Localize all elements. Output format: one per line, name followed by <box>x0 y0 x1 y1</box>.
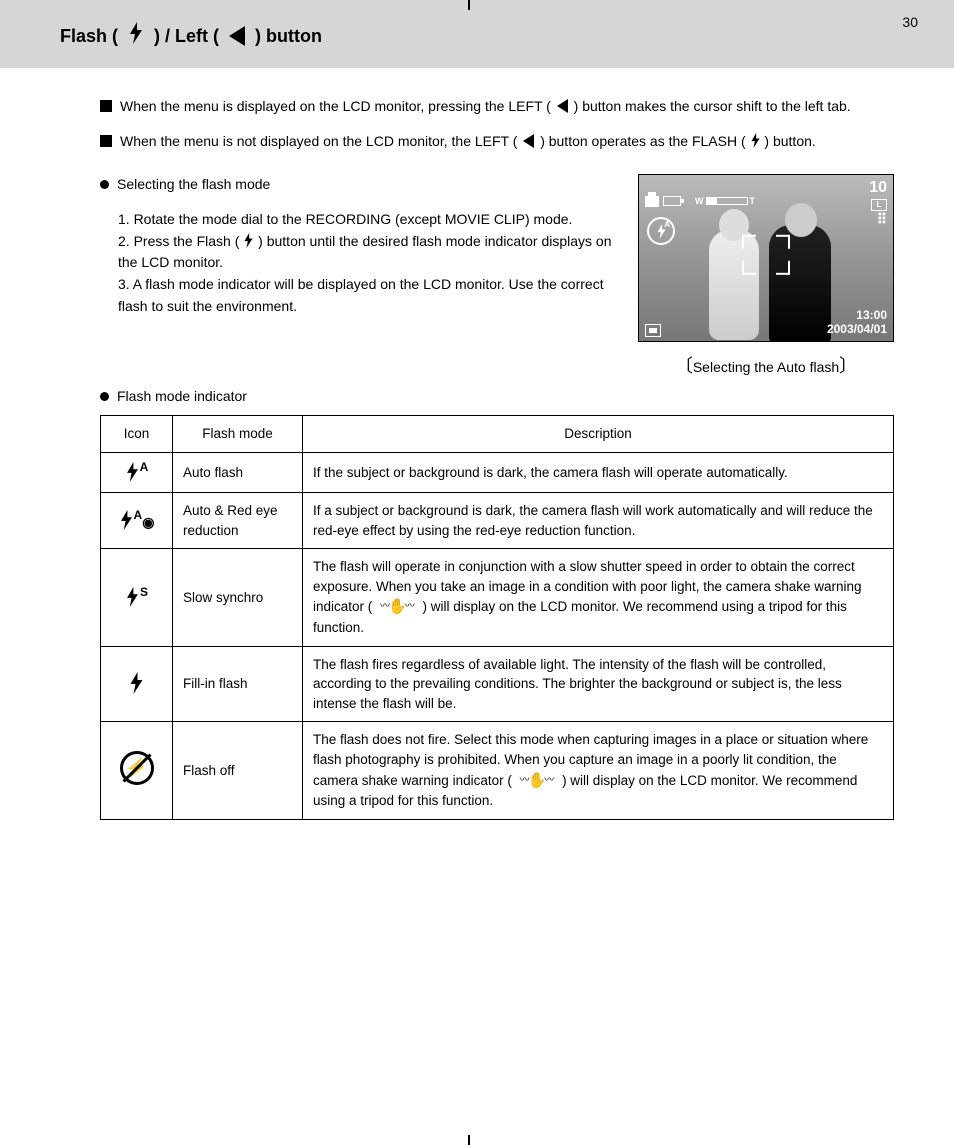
th-mode: Flash mode <box>173 416 303 453</box>
page-number: 30 <box>902 14 918 30</box>
cell-mode: Flash off <box>173 722 303 819</box>
table-row: S Slow synchro The flash will operate in… <box>101 549 894 646</box>
crop-mark-top <box>468 0 470 10</box>
selecting-heading-row: Selecting the flash mode <box>100 174 620 195</box>
step-1: 1. Rotate the mode dial to the RECORDING… <box>118 209 620 231</box>
intro-2b: ) button operates as the FLASH ( <box>540 133 745 149</box>
cell-desc: The flash does not fire. Select this mod… <box>303 722 894 819</box>
lcd-bottombar: 13:00 2003/04/01 <box>645 309 887 337</box>
flash-icon <box>243 233 258 249</box>
zoom-indicator: W T <box>695 196 755 206</box>
header-text-2: ) / Left ( <box>154 26 219 47</box>
slow-synchro-flash-icon: S <box>125 584 148 609</box>
cell-icon: A <box>101 452 173 493</box>
step-2: 2. Press the Flash ( ) button until the … <box>118 231 620 274</box>
cell-icon <box>101 646 173 722</box>
table-row: Fill-in flash The flash fires regardless… <box>101 646 894 722</box>
intro-row-1: When the menu is displayed on the LCD mo… <box>100 96 894 117</box>
camera-shake-icon: ✋ <box>516 770 559 792</box>
lcd-caption: 〔Selecting the Auto flash〕 <box>638 352 894 378</box>
th-desc: Description <box>303 416 894 453</box>
cell-desc: The flash will operate in conjunction wi… <box>303 549 894 646</box>
steps-block: 1. Rotate the mode dial to the RECORDING… <box>100 209 620 317</box>
table-row: Flash off The flash does not fire. Selec… <box>101 722 894 819</box>
flash-mode-table: Icon Flash mode Description A Auto flash… <box>100 415 894 820</box>
left-triangle-icon <box>229 26 245 46</box>
left-triangle-icon <box>557 99 568 113</box>
table-header-row: Icon Flash mode Description <box>101 416 894 453</box>
zoom-w: W <box>695 196 704 206</box>
zoom-t: T <box>750 196 756 206</box>
intro-2c: ) button. <box>764 133 815 149</box>
intro-2a: When the menu is not displayed on the LC… <box>120 133 517 149</box>
fill-in-flash-icon <box>128 671 145 696</box>
lcd-screenshot: W T 10 L ⠿ A <box>638 174 894 342</box>
cell-icon <box>101 722 173 819</box>
selecting-heading: Selecting the flash mode <box>117 174 620 195</box>
cell-mode: Auto flash <box>173 452 303 493</box>
intro-row-2: When the menu is not displayed on the LC… <box>100 131 894 152</box>
header-text-3: ) button <box>255 26 322 47</box>
intro-text-1: When the menu is displayed on the LCD mo… <box>120 96 894 117</box>
cell-desc: If the subject or background is dark, th… <box>303 452 894 493</box>
cell-mode: Slow synchro <box>173 549 303 646</box>
flash-mode-indicator: A <box>647 217 675 245</box>
step-3: 3. A flash mode indicator will be displa… <box>118 274 620 317</box>
quality-dots-icon: ⠿ <box>869 215 887 223</box>
header-text-1: Flash ( <box>60 26 118 47</box>
focus-brackets-icon <box>742 235 790 275</box>
flash-icon <box>750 133 765 149</box>
flash-icon <box>128 22 144 50</box>
cell-desc: The flash fires regardless of available … <box>303 646 894 722</box>
lcd-caption-text: Selecting the Auto flash <box>693 359 839 375</box>
dot-bullet-icon <box>100 180 109 189</box>
step-2a: 2. Press the Flash ( <box>118 233 239 249</box>
left-triangle-icon <box>523 134 534 148</box>
camera-mode-icon <box>645 196 659 207</box>
section-header: Flash ( ) / Left ( ) button <box>0 0 954 68</box>
battery-icon <box>663 196 681 206</box>
memory-card-icon <box>645 324 661 337</box>
auto-redeye-flash-icon: A◉ <box>119 507 155 532</box>
intro-1a: When the menu is displayed on the LCD mo… <box>120 98 551 114</box>
cell-icon: S <box>101 549 173 646</box>
intro-1b: ) button makes the cursor shift to the l… <box>574 98 851 114</box>
cell-icon: A◉ <box>101 493 173 549</box>
cell-mode: Fill-in flash <box>173 646 303 722</box>
shots-remaining: 10 <box>869 179 887 197</box>
camera-shake-icon: ✋ <box>376 596 419 618</box>
th-icon: Icon <box>101 416 173 453</box>
table-heading-row: Flash mode indicator <box>100 386 894 407</box>
table-heading: Flash mode indicator <box>117 386 894 407</box>
flash-off-icon <box>120 751 154 785</box>
page-content: When the menu is displayed on the LCD mo… <box>0 68 954 840</box>
dot-bullet-icon <box>100 392 109 401</box>
intro-text-2: When the menu is not displayed on the LC… <box>120 131 894 152</box>
auto-flash-icon: A <box>125 459 149 484</box>
cell-mode: Auto & Red eye reduction <box>173 493 303 549</box>
cell-desc: If a subject or background is dark, the … <box>303 493 894 549</box>
zoom-bar-icon <box>706 197 748 205</box>
lcd-time: 13:00 <box>827 309 887 323</box>
quality-icon: L <box>871 199 887 211</box>
square-bullet-icon <box>100 135 112 147</box>
lcd-date: 2003/04/01 <box>827 323 887 337</box>
square-bullet-icon <box>100 100 112 112</box>
lcd-topbar: W T 10 L ⠿ <box>645 179 887 223</box>
table-row: A Auto flash If the subject or backgroun… <box>101 452 894 493</box>
table-row: A◉ Auto & Red eye reduction If a subject… <box>101 493 894 549</box>
crop-mark-bottom <box>468 1135 470 1145</box>
